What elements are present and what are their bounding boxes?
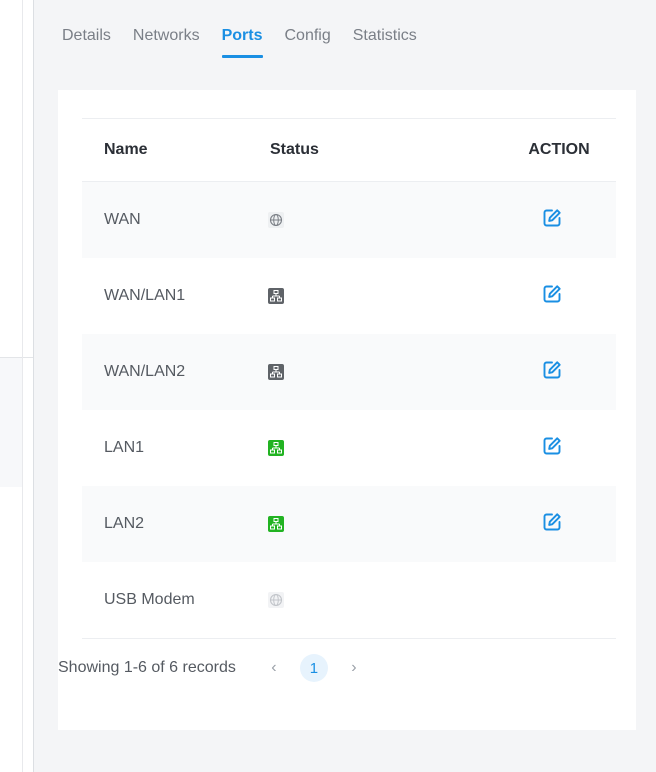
port-action	[432, 512, 616, 537]
edit-button[interactable]	[542, 436, 562, 461]
edit-button[interactable]	[542, 360, 562, 385]
edit-button[interactable]	[542, 284, 562, 309]
chevron-right-icon: ›	[351, 659, 357, 676]
port-status	[252, 440, 432, 456]
table-row: LAN1	[82, 410, 616, 486]
port-status	[252, 592, 432, 608]
network-port-icon	[268, 288, 284, 304]
port-status	[252, 364, 432, 380]
port-name: WAN/LAN2	[104, 363, 186, 380]
ports-table: Name Status ACTION WAN WAN/LAN1 WAN/LAN2 LA…	[82, 118, 616, 639]
table-row: LAN2	[82, 486, 616, 562]
tab-ports[interactable]: Ports	[221, 26, 263, 58]
globe-icon	[268, 212, 284, 228]
column-header-name: Name	[104, 141, 148, 158]
side-panel-edge	[0, 0, 34, 772]
tab-statistics[interactable]: Statistics	[353, 26, 417, 58]
column-header-action: ACTION	[528, 141, 590, 158]
port-action	[432, 208, 616, 233]
port-status	[252, 212, 432, 228]
port-status	[252, 516, 432, 532]
port-name: WAN/LAN1	[104, 287, 186, 304]
chevron-left-icon: ‹	[271, 659, 277, 676]
next-page-button[interactable]: ›	[340, 654, 368, 682]
table-header: Name Status ACTION	[82, 119, 616, 182]
table-row: WAN/LAN2	[82, 334, 616, 410]
port-action	[432, 360, 616, 385]
side-panel-border	[22, 0, 23, 772]
edit-icon	[543, 360, 561, 378]
edit-icon	[543, 512, 561, 530]
pagination: ‹ 1 ›	[260, 654, 368, 682]
ports-card: Name Status ACTION WAN WAN/LAN1 WAN/LAN2 LA…	[58, 90, 636, 730]
table-body: WAN WAN/LAN1 WAN/LAN2 LAN1 LAN2 USB Modem	[82, 182, 616, 638]
tab-bar: Details Networks Ports Config Statistics	[62, 26, 439, 58]
prev-page-button[interactable]: ‹	[260, 654, 288, 682]
table-footer: Showing 1-6 of 6 records ‹ 1 ›	[58, 648, 592, 688]
side-panel-highlight	[0, 357, 22, 487]
tab-config[interactable]: Config	[285, 26, 331, 58]
table-row: USB Modem	[82, 562, 616, 638]
edit-button[interactable]	[542, 512, 562, 537]
port-name: WAN	[104, 211, 141, 228]
tab-networks[interactable]: Networks	[133, 26, 200, 58]
edit-button[interactable]	[542, 208, 562, 233]
port-name: USB Modem	[104, 591, 195, 608]
globe-icon	[268, 592, 284, 608]
port-status	[252, 288, 432, 304]
network-port-icon	[268, 440, 284, 456]
port-action	[432, 284, 616, 309]
column-header-status: Status	[270, 141, 319, 158]
port-action	[432, 436, 616, 461]
tab-details[interactable]: Details	[62, 26, 111, 58]
side-panel-divider	[0, 357, 33, 358]
port-name: LAN1	[104, 439, 145, 456]
edit-icon	[543, 208, 561, 226]
edit-icon	[543, 436, 561, 454]
table-row: WAN/LAN1	[82, 258, 616, 334]
records-summary: Showing 1-6 of 6 records	[58, 659, 236, 676]
table-bottom-border	[82, 638, 616, 639]
network-port-icon	[268, 364, 284, 380]
page-1-button[interactable]: 1	[299, 654, 328, 682]
port-name: LAN2	[104, 515, 145, 532]
table-row: WAN	[82, 182, 616, 258]
edit-icon	[543, 284, 561, 302]
main-panel: Details Networks Ports Config Statistics…	[34, 0, 656, 772]
network-port-icon	[268, 516, 284, 532]
